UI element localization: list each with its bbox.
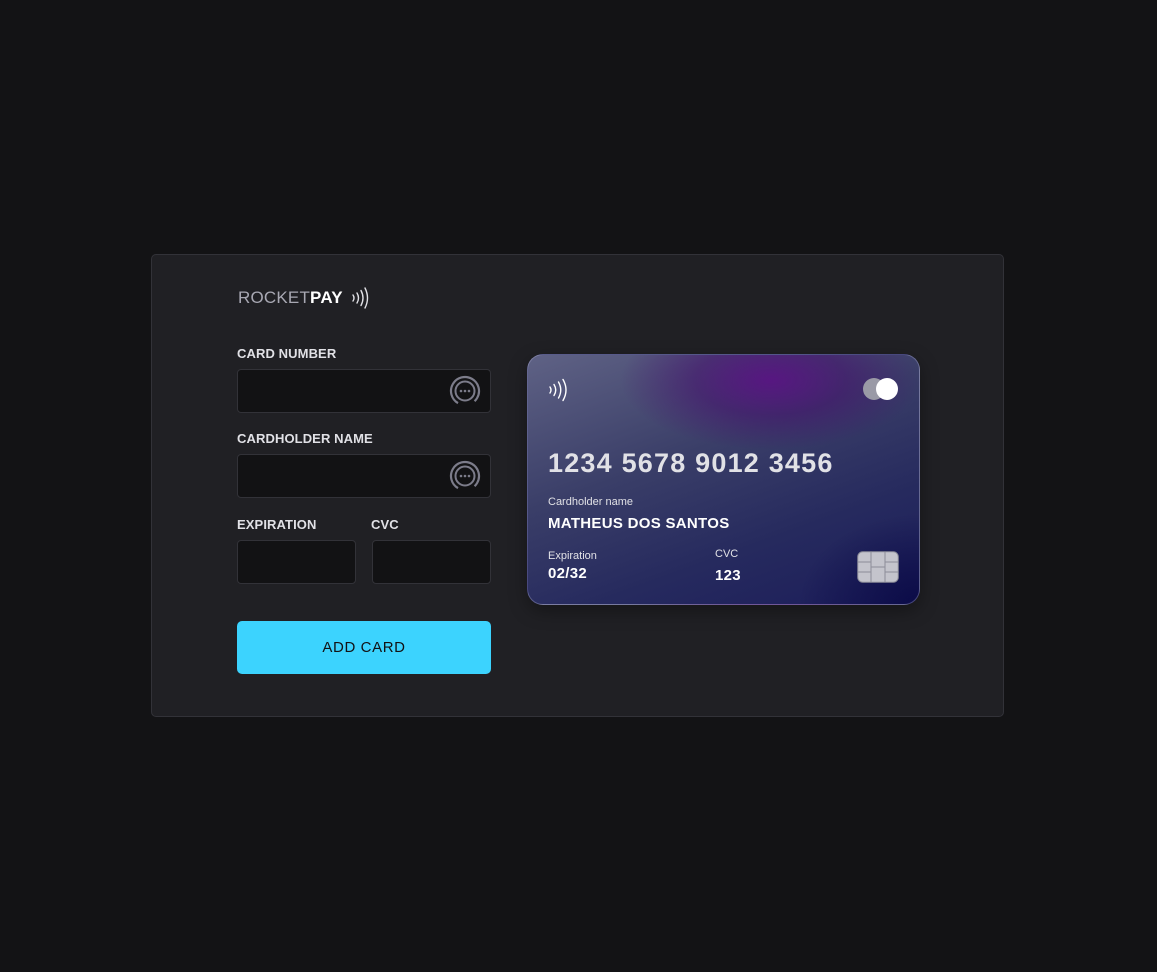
credit-card-preview: 1234 5678 9012 3456 Cardholder name MATH…	[527, 354, 920, 605]
add-card-button[interactable]: ADD CARD	[237, 621, 491, 674]
contactless-icon	[352, 287, 368, 309]
card-number-display: 1234 5678 9012 3456	[548, 448, 834, 478]
expiration-caption: Expiration	[548, 550, 597, 562]
card-brand-icon	[863, 378, 899, 402]
cvc-display: 123	[715, 567, 741, 584]
cvc-input[interactable]	[372, 540, 491, 584]
add-card-panel: ROCKET PAY CARD NUMBER CARDHOLDER NAME E…	[151, 254, 1004, 717]
autofill-icon[interactable]	[449, 460, 481, 492]
cvc-label: CVC	[371, 517, 399, 532]
chip-icon	[857, 551, 899, 583]
expiration-label: EXPIRATION	[237, 517, 317, 532]
logo-text-bold: PAY	[310, 288, 343, 307]
contactless-icon	[549, 378, 567, 402]
cvc-caption: CVC	[715, 548, 739, 560]
expiration-display: 02/32	[548, 565, 588, 582]
cardholder-name-label: CARDHOLDER NAME	[237, 431, 373, 446]
logo-text-light: ROCKET	[238, 288, 311, 307]
card-number-label: CARD NUMBER	[237, 346, 337, 361]
cardholder-name-display: MATHEUS DOS SANTOS	[548, 515, 730, 532]
expiration-input[interactable]	[237, 540, 356, 584]
cardholder-name-caption: Cardholder name	[548, 496, 633, 508]
rocketpay-logo: ROCKET PAY	[238, 286, 371, 310]
autofill-icon[interactable]	[449, 375, 481, 407]
